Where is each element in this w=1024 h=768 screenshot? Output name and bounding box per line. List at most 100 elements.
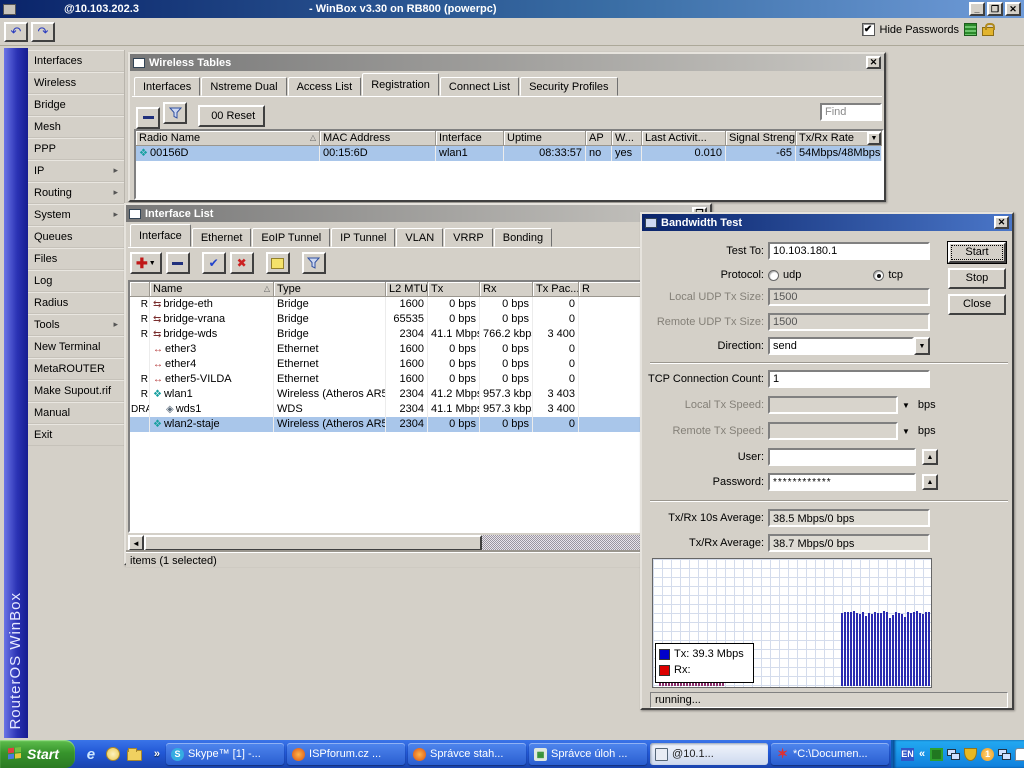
table-row[interactable]: ↔ether4Ethernet16000 bps0 bps0 bbox=[130, 357, 708, 372]
quick-launch-overflow-chevron[interactable]: » bbox=[154, 748, 160, 760]
taskbar-task-skype-1[interactable]: SSkype™ [1] -... bbox=[166, 743, 284, 765]
collapse-up-icon[interactable]: ▲ bbox=[922, 449, 938, 465]
wireless-tables-titlebar[interactable]: Wireless Tables ✕ bbox=[130, 54, 884, 71]
remove-button[interactable] bbox=[166, 252, 190, 274]
close-button[interactable]: Close bbox=[948, 294, 1006, 315]
sidebar-item-queues[interactable]: Queues bbox=[28, 226, 124, 248]
taskbar-task-spr-vce-loh[interactable]: ▦Správce úloh ... bbox=[529, 743, 647, 765]
undo-button[interactable]: ↶ bbox=[4, 22, 28, 42]
tab-nstreme-dual[interactable]: Nstreme Dual bbox=[201, 77, 286, 96]
sidebar-item-files[interactable]: Files bbox=[28, 248, 124, 270]
table-row[interactable]: R⇆bridge-vranaBridge655350 bps0 bps0 bbox=[130, 312, 708, 327]
language-indicator[interactable]: EN bbox=[901, 748, 914, 761]
column-header-uptime[interactable]: Uptime bbox=[504, 131, 586, 146]
column-header-flag[interactable] bbox=[130, 282, 150, 297]
table-row[interactable]: R⇆bridge-ethBridge16000 bps0 bps0 bbox=[130, 297, 708, 312]
column-header-radio_name[interactable]: Radio Name△ bbox=[136, 131, 320, 146]
column-header-name[interactable]: Name△ bbox=[150, 282, 274, 297]
sidebar-item-ppp[interactable]: PPP bbox=[28, 138, 124, 160]
update-badge-icon[interactable]: 1 bbox=[981, 748, 994, 761]
reset-button[interactable]: 00 Reset bbox=[198, 105, 265, 127]
tab-ethernet[interactable]: Ethernet bbox=[192, 228, 252, 247]
minimize-button[interactable]: _ bbox=[969, 2, 985, 16]
tcp-connection-count-input[interactable] bbox=[768, 370, 930, 388]
direction-dropdown-button[interactable]: ▼ bbox=[914, 337, 930, 355]
column-header-type[interactable]: Type bbox=[274, 282, 386, 297]
filter-button[interactable] bbox=[163, 102, 187, 124]
sidebar-item-manual[interactable]: Manual bbox=[28, 402, 124, 424]
remove-button[interactable] bbox=[136, 107, 160, 129]
start-button[interactable]: Start bbox=[0, 740, 75, 768]
start-button[interactable]: Start bbox=[948, 242, 1006, 263]
disable-button[interactable]: ✖ bbox=[230, 252, 254, 274]
sidebar-item-interfaces[interactable]: Interfaces bbox=[28, 50, 124, 72]
scroll-left-button[interactable]: ◄ bbox=[128, 535, 144, 551]
taskbar-task-ispforum-cz[interactable]: ISPforum.cz ... bbox=[287, 743, 405, 765]
collapse-up-icon[interactable]: ▲ bbox=[922, 474, 938, 490]
table-row[interactable]: R↔ether5-VILDAEthernet16000 bps0 bps0 bbox=[130, 372, 708, 387]
network-icon[interactable] bbox=[998, 748, 1011, 761]
user-input[interactable] bbox=[768, 448, 916, 466]
direction-select[interactable] bbox=[768, 337, 914, 355]
column-header-iface[interactable]: Interface bbox=[436, 131, 504, 146]
tab-interfaces[interactable]: Interfaces bbox=[134, 77, 200, 96]
sidebar-item-new-terminal[interactable]: New Terminal bbox=[28, 336, 124, 358]
close-button[interactable]: ✕ bbox=[1005, 2, 1021, 16]
green-app-icon[interactable] bbox=[930, 748, 943, 761]
filter-button[interactable] bbox=[302, 252, 326, 274]
taskbar-task-10-1[interactable]: @10.1... bbox=[650, 743, 768, 765]
tray-chevron[interactable]: « bbox=[919, 748, 925, 760]
ie-icon[interactable]: e bbox=[83, 746, 99, 762]
shield-icon[interactable] bbox=[964, 748, 977, 761]
tab-vlan[interactable]: VLAN bbox=[396, 228, 443, 247]
protocol-tcp-radio[interactable] bbox=[873, 270, 884, 281]
column-header-w[interactable]: W... bbox=[612, 131, 642, 146]
enable-button[interactable]: ✔ bbox=[202, 252, 226, 274]
column-select-button[interactable]: ▼ bbox=[867, 132, 881, 145]
close-icon[interactable]: ✕ bbox=[994, 216, 1009, 229]
table-row[interactable]: R⇆bridge-wdsBridge230441.1 Mbps766.2 kbp… bbox=[130, 327, 708, 342]
table-row[interactable]: ↔ether3Ethernet16000 bps0 bps0 bbox=[130, 342, 708, 357]
messenger-icon[interactable] bbox=[1015, 748, 1024, 761]
interface-list-titlebar[interactable]: Interface List ❐ bbox=[126, 205, 710, 222]
column-header-signal[interactable]: Signal Strengt... bbox=[726, 131, 796, 146]
sidebar-item-make-supout-rif[interactable]: Make Supout.rif bbox=[28, 380, 124, 402]
protocol-udp-radio[interactable] bbox=[768, 270, 779, 281]
column-header-ap[interactable]: AP bbox=[586, 131, 612, 146]
table-row[interactable]: ❖wlan2-stajeWireless (Atheros AR5...2304… bbox=[130, 417, 708, 432]
tab-bonding[interactable]: Bonding bbox=[494, 228, 552, 247]
hide-passwords-checkbox[interactable]: ✔ bbox=[862, 23, 875, 36]
table-row[interactable]: R❖wlan1Wireless (Atheros AR5...230441.2 … bbox=[130, 387, 708, 402]
sidebar-item-routing[interactable]: Routing▸ bbox=[28, 182, 124, 204]
sidebar-item-mesh[interactable]: Mesh bbox=[28, 116, 124, 138]
scrollbar-thumb[interactable] bbox=[144, 535, 482, 551]
add-button[interactable]: ✚▼ bbox=[130, 252, 162, 274]
test-to-input[interactable] bbox=[768, 242, 930, 260]
sidebar-item-tools[interactable]: Tools▸ bbox=[28, 314, 124, 336]
tab-registration[interactable]: Registration bbox=[362, 73, 439, 96]
comment-button[interactable] bbox=[266, 252, 290, 274]
sidebar-item-bridge[interactable]: Bridge bbox=[28, 94, 124, 116]
password-input[interactable] bbox=[768, 473, 916, 491]
column-header-rx[interactable]: Rx bbox=[480, 282, 533, 297]
bandwidth-test-titlebar[interactable]: Bandwidth Test ✕ bbox=[642, 214, 1012, 231]
stop-button[interactable]: Stop bbox=[948, 268, 1006, 289]
table-row[interactable]: ❖00156D00:15:6Dwlan108:33:57noyes0.010-6… bbox=[136, 146, 882, 161]
restore-button[interactable]: ❐ bbox=[987, 2, 1003, 16]
taskbar-task-c-documen[interactable]: ✶*C:\Documen... bbox=[771, 743, 889, 765]
column-header-l2mtu[interactable]: L2 MTU bbox=[386, 282, 428, 297]
sidebar-item-radius[interactable]: Radius bbox=[28, 292, 124, 314]
column-header-tx[interactable]: Tx bbox=[428, 282, 480, 297]
tab-eoip-tunnel[interactable]: EoIP Tunnel bbox=[252, 228, 330, 247]
tab-interface[interactable]: Interface bbox=[130, 224, 191, 247]
taskbar-task-spr-vce-stah[interactable]: Správce stah... bbox=[408, 743, 526, 765]
sidebar-item-wireless[interactable]: Wireless bbox=[28, 72, 124, 94]
column-header-mac[interactable]: MAC Address bbox=[320, 131, 436, 146]
column-header-txp[interactable]: Tx Pac... bbox=[533, 282, 579, 297]
sidebar-item-system[interactable]: System▸ bbox=[28, 204, 124, 226]
network-icon[interactable] bbox=[947, 748, 960, 761]
sidebar-item-ip[interactable]: IP▸ bbox=[28, 160, 124, 182]
sidebar-item-exit[interactable]: Exit bbox=[28, 424, 124, 446]
sidebar-item-log[interactable]: Log bbox=[28, 270, 124, 292]
tab-security-profiles[interactable]: Security Profiles bbox=[520, 77, 617, 96]
